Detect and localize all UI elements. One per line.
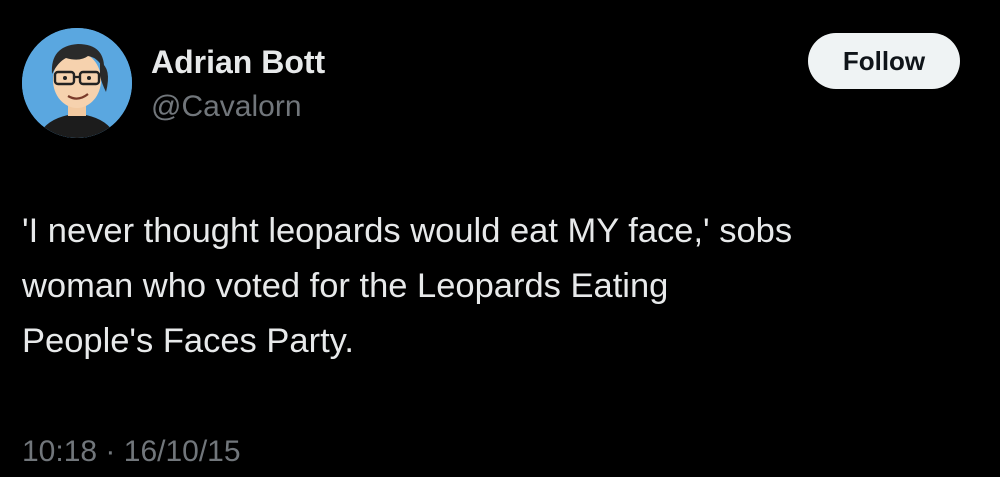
avatar[interactable] [22, 28, 132, 138]
tweet-text-line: woman who voted for the Leopards Eating [22, 267, 669, 305]
tweet-date: 16/10/15 [123, 435, 241, 468]
tweet-timestamp[interactable]: 10:18 · 16/10/15 [22, 432, 241, 472]
tweet-text-line: 'I never thought leopards would eat MY f… [22, 212, 793, 250]
meta-separator: · [105, 435, 116, 468]
cartoon-avatar-icon [22, 28, 132, 138]
author-handle[interactable]: @Cavalorn [151, 88, 302, 126]
tweet-text: 'I never thought leopards would eat MY f… [22, 204, 982, 369]
follow-button[interactable]: Follow [808, 33, 960, 89]
author-name[interactable]: Adrian Bott [151, 42, 325, 82]
tweet-time: 10:18 [22, 435, 98, 468]
tweet-text-line: People's Faces Party. [22, 322, 354, 360]
tweet-card: Adrian Bott @Cavalorn Follow 'I never th… [0, 0, 1000, 477]
